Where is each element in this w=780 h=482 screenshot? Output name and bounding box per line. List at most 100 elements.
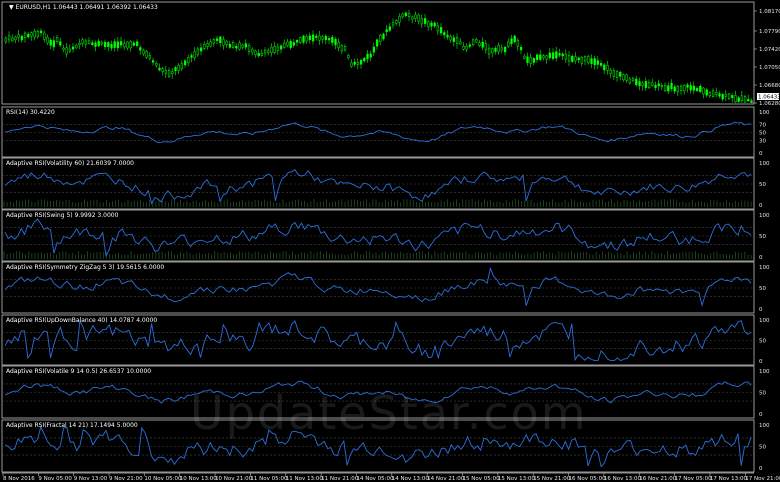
candle-body: [7, 35, 11, 41]
candle-body: [116, 41, 120, 49]
candle-body: [695, 88, 699, 91]
candle-body: [225, 41, 228, 45]
level-label: 0: [759, 466, 763, 472]
candle-body: [529, 57, 532, 64]
indicator-title: Adaptive RSI(Swing 5) 9.9992 3.0000: [6, 212, 119, 219]
candle-body: [686, 84, 689, 88]
rsi-line: [4, 266, 752, 307]
candle-body: [660, 85, 664, 88]
candle-body: [190, 55, 193, 58]
candle-body: [171, 71, 174, 74]
candle-body: [385, 29, 388, 33]
candle-body: [174, 67, 177, 71]
candle-body: [465, 45, 468, 50]
candle-body: [551, 52, 555, 59]
candle-body: [542, 55, 545, 58]
candle-body: [647, 82, 651, 89]
candle-body: [478, 42, 481, 46]
candle-body: [337, 41, 340, 49]
candle-body: [263, 49, 267, 54]
candle-body: [503, 46, 507, 53]
indicator-pane: Adaptive RSI(Symmetry ZigZag 5 3) 19.561…: [1, 261, 770, 314]
candle-body: [292, 42, 296, 46]
candle-body: [452, 37, 456, 42]
candle-body: [340, 45, 344, 52]
candle-body: [20, 35, 24, 41]
candle-body: [615, 71, 619, 78]
candle-body: [215, 38, 219, 41]
candle-body: [321, 36, 324, 40]
indicator-pane: Adaptive RSI(Fractal 14 21) 17.1494 5.00…: [1, 419, 770, 473]
candle-body: [222, 39, 225, 46]
candle-body: [718, 93, 721, 97]
candle-body: [359, 60, 363, 65]
candle-body: [532, 58, 536, 63]
candle-body: [119, 41, 123, 46]
candle-body: [705, 89, 708, 96]
candle-body: [315, 35, 318, 38]
candle-body: [366, 53, 369, 60]
candle-body: [257, 52, 260, 57]
candle-body: [583, 56, 587, 62]
candle-body: [295, 40, 299, 43]
indicator-pane: RSI(14) 30.4220 100 70 50 30 0: [1, 106, 770, 158]
indicator-title: RSI(14) 30.4220: [6, 109, 55, 116]
candle-body: [455, 37, 459, 45]
time-label: 15 Nov 13:00: [498, 476, 536, 482]
candle-body: [110, 43, 113, 49]
level-label: 100: [759, 213, 770, 219]
candle-body: [683, 85, 686, 92]
candle-body: [603, 64, 606, 71]
time-label: 9 Nov 13:00: [74, 476, 108, 482]
candle-body: [183, 60, 187, 66]
candle-body: [609, 69, 612, 74]
candle-body: [491, 48, 494, 54]
candle-body: [11, 37, 14, 42]
level-label: 100: [759, 369, 770, 375]
level-label: 0: [759, 359, 763, 365]
candle-body: [129, 41, 132, 49]
time-label: 8 Nov 2016: [3, 476, 35, 482]
rsi-line: [4, 380, 752, 404]
candle-body: [126, 41, 129, 49]
candle-body: [151, 60, 155, 63]
time-axis: 8 Nov 2016 9 Nov 05:00 9 Nov 13:00 9 Nov 21…: [2, 472, 780, 482]
candle-body: [651, 82, 654, 86]
candle-body: [427, 21, 430, 27]
candle-body: [407, 13, 411, 17]
candle-body: [692, 85, 696, 91]
candle-body: [49, 39, 52, 46]
candle-body: [161, 68, 164, 72]
level-label: 0: [759, 255, 763, 261]
chart-symbol-title: ▼ EURUSD,H1 1.06443 1.06491 1.06392 1.06…: [9, 4, 158, 11]
candle-body: [446, 34, 449, 38]
candle-body: [36, 31, 40, 37]
candle-body: [411, 16, 414, 20]
candle-body: [94, 42, 97, 47]
indicator-pane: Adaptive RSI(Volatile 9 14 0.5) 26.6537 …: [1, 365, 770, 419]
candle-body: [286, 41, 289, 46]
rsi-line: [4, 218, 752, 258]
candle-body: [148, 55, 152, 59]
candle-body: [68, 48, 72, 52]
time-label: 9 Nov 21:00: [109, 476, 143, 482]
candle-body: [356, 62, 360, 65]
candle-body: [654, 84, 657, 88]
candle-body: [17, 34, 20, 38]
candle-body: [439, 27, 443, 34]
candle-body: [27, 34, 30, 38]
candle-body: [702, 87, 705, 95]
candle-body: [750, 100, 753, 104]
candle-body: [740, 95, 744, 101]
level-label: 50: [759, 286, 766, 292]
candle-body: [65, 47, 68, 55]
candle-body: [305, 36, 308, 42]
candle-body: [625, 74, 628, 81]
candle-body: [414, 14, 417, 19]
candle-body: [577, 57, 580, 61]
candle-body: [139, 47, 142, 51]
chart-canvas[interactable]: ▼ EURUSD,H1 1.06443 1.06491 1.06392 1.06…: [0, 0, 780, 482]
candle-body: [81, 39, 84, 45]
candle-body: [251, 49, 254, 53]
indicator-title: Adaptive RSI(Volatility 60) 21.6039 7.00…: [6, 160, 134, 167]
